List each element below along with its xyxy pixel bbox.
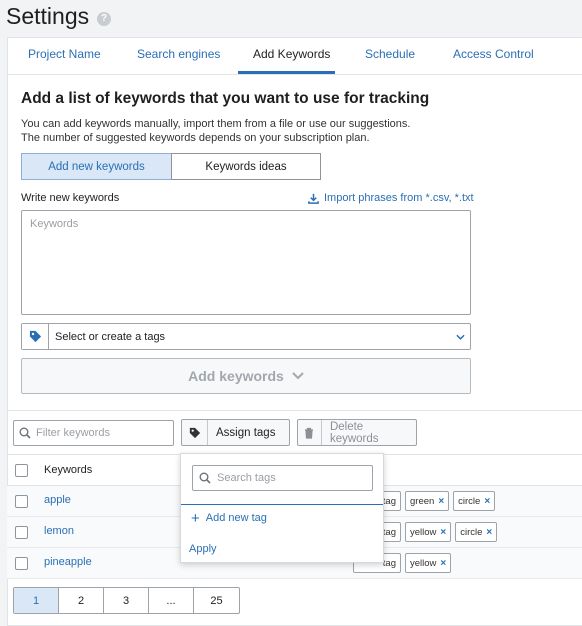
add-keywords-button[interactable]: Add keywords bbox=[21, 358, 471, 394]
tab-schedule[interactable]: Schedule bbox=[365, 47, 415, 61]
page-title: Settings ? bbox=[6, 3, 112, 30]
tag-label: green bbox=[410, 495, 435, 507]
keyword-link[interactable]: lemon bbox=[44, 525, 74, 537]
page-button[interactable]: 3 bbox=[104, 588, 149, 613]
tab-search-engines[interactable]: Search engines bbox=[137, 47, 220, 61]
tag-label: circle bbox=[460, 526, 483, 538]
keywords-textarea[interactable] bbox=[21, 210, 471, 315]
page-title-text: Settings bbox=[6, 3, 90, 29]
apply-button[interactable]: Apply bbox=[189, 543, 217, 555]
filter-keywords-input[interactable]: Filter keywords bbox=[13, 420, 174, 446]
page-ellipsis: ... bbox=[149, 588, 194, 613]
tag-select-placeholder: Select or create a tags bbox=[55, 330, 166, 343]
row-checkbox[interactable] bbox=[15, 495, 28, 508]
remove-tag-icon[interactable]: × bbox=[440, 558, 446, 569]
section-heading: Add a list of keywords that you want to … bbox=[21, 90, 430, 107]
tag-icon bbox=[22, 324, 49, 349]
popup-divider bbox=[181, 504, 383, 505]
row-checkbox[interactable] bbox=[15, 557, 28, 570]
page-button[interactable]: 2 bbox=[59, 588, 104, 613]
add-new-tag-label: Add new tag bbox=[205, 512, 267, 524]
tag-chip: green × bbox=[405, 491, 450, 511]
tag-chip: yellow × bbox=[405, 553, 452, 573]
tag-label: yellow bbox=[410, 526, 437, 538]
delete-keywords-button[interactable]: Delete keywords bbox=[297, 419, 417, 446]
toggle-add-new-keywords[interactable]: Add new keywords bbox=[21, 153, 172, 180]
search-icon bbox=[19, 427, 31, 439]
search-tags-placeholder: Search tags bbox=[217, 472, 276, 484]
remove-tag-icon[interactable]: × bbox=[484, 496, 490, 507]
trash-icon bbox=[298, 420, 322, 445]
add-keywords-label: Add keywords bbox=[188, 368, 284, 384]
tab-bar: Project Name Search engines Add Keywords… bbox=[7, 37, 582, 75]
tab-add-keywords[interactable]: Add Keywords bbox=[253, 47, 330, 61]
tag-chip: yellow × bbox=[405, 522, 452, 542]
delete-keywords-label: Delete keywords bbox=[329, 420, 379, 445]
select-all-checkbox[interactable] bbox=[15, 464, 28, 477]
active-tab-indicator bbox=[238, 71, 335, 74]
assign-tags-popup: Search tags + Add new tag Apply bbox=[180, 453, 384, 563]
remove-tag-icon[interactable]: × bbox=[440, 527, 446, 538]
tag-select-dropdown[interactable]: Select or create a tags bbox=[21, 323, 471, 350]
row-checkbox[interactable] bbox=[15, 526, 28, 539]
download-icon bbox=[308, 193, 319, 204]
remove-tag-icon[interactable]: × bbox=[438, 496, 444, 507]
assign-tags-button[interactable]: Assign tags bbox=[181, 419, 290, 446]
tag-chip: circle × bbox=[455, 522, 498, 542]
description-line-2: The number of suggested keywords depends… bbox=[21, 132, 370, 144]
tag-label: yellow bbox=[410, 557, 437, 569]
tag-label: tag bbox=[382, 526, 396, 538]
keyword-link[interactable]: pineapple bbox=[44, 556, 92, 568]
search-icon bbox=[199, 472, 211, 484]
column-keywords: Keywords bbox=[44, 464, 93, 476]
import-phrases-link[interactable]: Import phrases from *.csv, *.txt bbox=[308, 192, 474, 204]
assign-tags-label: Assign tags bbox=[216, 426, 276, 439]
remove-tag-icon[interactable]: × bbox=[486, 527, 492, 538]
tag-label: tag bbox=[382, 557, 396, 569]
description-line-1: You can add keywords manually, import th… bbox=[21, 118, 411, 130]
toggle-keywords-ideas[interactable]: Keywords ideas bbox=[171, 153, 321, 180]
tag-chip: circle × bbox=[453, 491, 496, 511]
filter-keywords-placeholder: Filter keywords bbox=[36, 427, 110, 439]
tab-access-control[interactable]: Access Control bbox=[453, 47, 534, 61]
chevron-down-icon bbox=[292, 372, 304, 380]
tag-label: circle bbox=[458, 495, 481, 507]
question-circle-icon[interactable]: ? bbox=[97, 11, 112, 26]
plus-icon: + bbox=[191, 509, 200, 527]
tag-icon bbox=[182, 420, 208, 445]
chevron-down-icon bbox=[450, 334, 470, 340]
import-phrases-label: Import phrases from *.csv, *.txt bbox=[324, 192, 474, 204]
section-divider bbox=[7, 410, 582, 411]
keyword-link[interactable]: apple bbox=[44, 494, 71, 506]
pagination: 1 2 3 ... 25 bbox=[13, 587, 240, 614]
page-button[interactable]: 25 bbox=[194, 588, 239, 613]
tab-project-name[interactable]: Project Name bbox=[28, 47, 101, 61]
add-new-tag-button[interactable]: + Add new tag bbox=[191, 509, 267, 527]
page-button[interactable]: 1 bbox=[14, 588, 59, 613]
tag-label: tag bbox=[382, 495, 396, 507]
search-tags-input[interactable]: Search tags bbox=[192, 465, 373, 491]
write-keywords-label: Write new keywords bbox=[21, 192, 120, 204]
